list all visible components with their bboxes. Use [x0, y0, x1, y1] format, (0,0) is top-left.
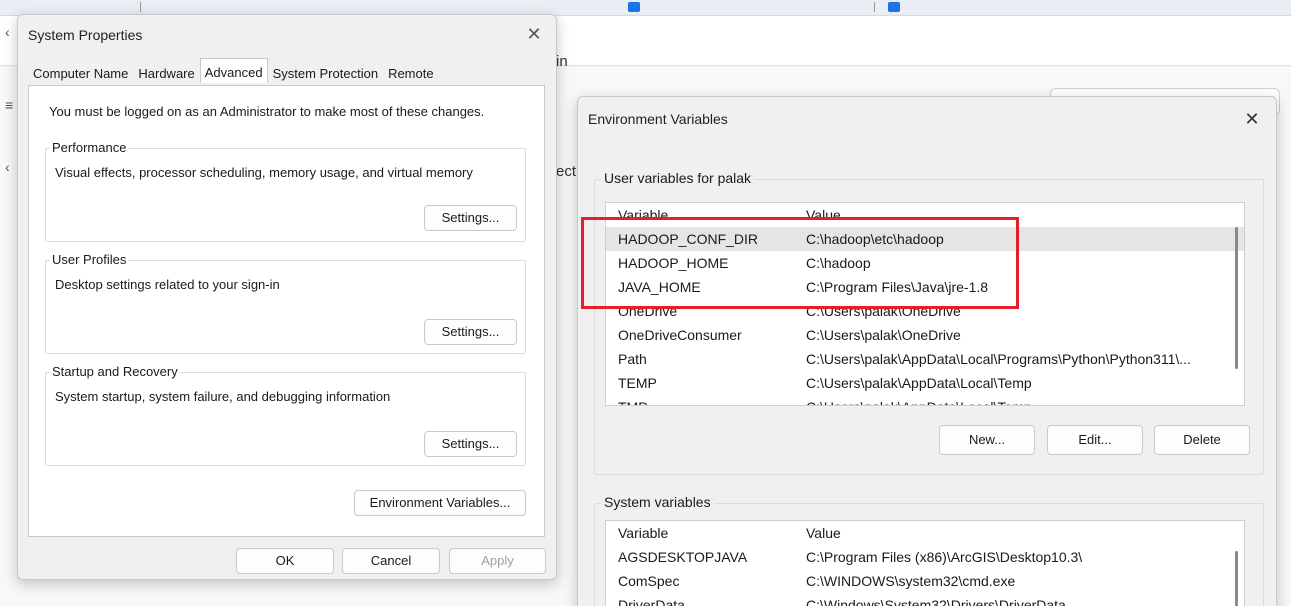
- table-row[interactable]: Path C:\Users\palak\AppData\Local\Progra…: [606, 347, 1244, 371]
- list-header: Variable Value: [606, 203, 1244, 227]
- table-row[interactable]: HADOOP_HOME C:\hadoop: [606, 251, 1244, 275]
- list-header: Variable Value: [606, 521, 1244, 545]
- variable-value: C:\Program Files\Java\jre-1.8: [806, 279, 989, 295]
- performance-group: Performance Visual effects, processor sc…: [45, 140, 526, 242]
- tab-system-protection[interactable]: System Protection: [268, 61, 384, 85]
- variable-name: AGSDESKTOPJAVA: [618, 549, 748, 565]
- chevron-left-icon[interactable]: ‹: [5, 159, 10, 175]
- column-header-value[interactable]: Value: [806, 203, 841, 227]
- cancel-button[interactable]: Cancel: [342, 548, 440, 574]
- variable-value: C:\Users\palak\AppData\Local\Temp: [806, 375, 1032, 391]
- table-row[interactable]: JAVA_HOME C:\Program Files\Java\jre-1.8: [606, 275, 1244, 299]
- system-variables-group: System variables Variable Value AGSDESKT…: [594, 494, 1264, 606]
- variable-name: OneDriveConsumer: [618, 327, 742, 343]
- group-description: Desktop settings related to your sign-in: [55, 277, 280, 292]
- user-variables-group: User variables for palak Variable Value …: [594, 170, 1264, 475]
- chevron-left-icon[interactable]: ‹: [5, 24, 10, 40]
- table-row[interactable]: TMP C:\Users\palak\AppData\Local\Temp: [606, 395, 1244, 405]
- close-icon[interactable]: ✕: [520, 21, 548, 47]
- variable-name: DriverData: [618, 597, 685, 606]
- new-user-variable-button[interactable]: New...: [939, 425, 1035, 455]
- column-header-value[interactable]: Value: [806, 521, 841, 545]
- variable-name: TEMP: [618, 375, 657, 391]
- tab-separator: [140, 2, 141, 12]
- tab-computer-name[interactable]: Computer Name: [28, 61, 133, 85]
- user-variables-list[interactable]: Variable Value HADOOP_CONF_DIR C:\hadoop…: [605, 202, 1245, 406]
- variable-name: ComSpec: [618, 573, 680, 589]
- admin-notice: You must be logged on as an Administrato…: [49, 104, 485, 119]
- user-profiles-group: User Profiles Desktop settings related t…: [45, 252, 526, 354]
- variable-name: Path: [618, 351, 647, 367]
- group-title: System variables: [601, 494, 714, 510]
- apply-button[interactable]: Apply: [449, 548, 546, 574]
- variable-name: HADOOP_CONF_DIR: [618, 231, 759, 247]
- system-variables-list[interactable]: Variable Value AGSDESKTOPJAVA C:\Program…: [605, 520, 1245, 606]
- advanced-tab-page: You must be logged on as an Administrato…: [28, 85, 545, 537]
- delete-user-variable-button[interactable]: Delete: [1154, 425, 1250, 455]
- group-title: Startup and Recovery: [50, 364, 180, 379]
- edit-user-variable-button[interactable]: Edit...: [1047, 425, 1143, 455]
- table-row[interactable]: OneDriveConsumer C:\Users\palak\OneDrive: [606, 323, 1244, 347]
- dialog-title: Environment Variables: [588, 111, 728, 127]
- variable-value: C:\Users\palak\AppData\Local\Temp: [806, 395, 1032, 405]
- environment-variables-button[interactable]: Environment Variables...: [354, 490, 526, 516]
- table-row[interactable]: ComSpec C:\WINDOWS\system32\cmd.exe: [606, 569, 1244, 593]
- variable-name: JAVA_HOME: [618, 279, 701, 295]
- variable-value: C:\Windows\System32\Drivers\DriverData: [806, 597, 1066, 606]
- vertical-scrollbar[interactable]: [1235, 551, 1238, 606]
- variable-value: C:\Program Files (x86)\ArcGIS\Desktop10.…: [806, 549, 1083, 565]
- table-row[interactable]: TEMP C:\Users\palak\AppData\Local\Temp: [606, 371, 1244, 395]
- tab-hardware[interactable]: Hardware: [133, 61, 199, 85]
- tab-favicon-icon[interactable]: [888, 2, 900, 12]
- group-title: User variables for palak: [601, 170, 755, 186]
- group-description: System startup, system failure, and debu…: [55, 389, 391, 404]
- column-header-variable[interactable]: Variable: [618, 521, 668, 545]
- dialog-title: System Properties: [28, 27, 143, 43]
- variable-value: C:\WINDOWS\system32\cmd.exe: [806, 573, 1016, 589]
- group-title: User Profiles: [50, 252, 129, 267]
- table-row[interactable]: HADOOP_CONF_DIR C:\hadoop\etc\hadoop: [606, 227, 1244, 251]
- tab-favicon-icon[interactable]: [628, 2, 640, 12]
- tab-remote[interactable]: Remote: [383, 61, 439, 85]
- user-profiles-settings-button[interactable]: Settings...: [424, 319, 517, 345]
- table-row[interactable]: OneDrive C:\Users\palak\OneDrive: [606, 299, 1244, 323]
- tab-separator: [874, 2, 875, 12]
- variable-value: C:\Users\palak\OneDrive: [806, 303, 961, 319]
- menu-icon[interactable]: ≡: [5, 97, 13, 113]
- variable-value: C:\Users\palak\OneDrive: [806, 327, 961, 343]
- variable-name: HADOOP_HOME: [618, 255, 729, 271]
- ok-button[interactable]: OK: [236, 548, 334, 574]
- group-title: Performance: [50, 140, 129, 155]
- performance-settings-button[interactable]: Settings...: [424, 205, 517, 231]
- tab-strip: Computer Name Hardware Advanced System P…: [28, 58, 439, 85]
- startup-recovery-group: Startup and Recovery System startup, sys…: [45, 364, 526, 466]
- close-icon[interactable]: ✕: [1238, 105, 1266, 133]
- table-row[interactable]: DriverData C:\Windows\System32\Drivers\D…: [606, 593, 1244, 606]
- group-description: Visual effects, processor scheduling, me…: [55, 165, 473, 180]
- column-header-variable[interactable]: Variable: [618, 203, 668, 227]
- environment-variables-dialog: Environment Variables ✕ User variables f…: [577, 96, 1277, 606]
- table-row[interactable]: AGSDESKTOPJAVA C:\Program Files (x86)\Ar…: [606, 545, 1244, 569]
- variable-value: C:\hadoop: [806, 255, 871, 271]
- variable-value: C:\Users\palak\AppData\Local\Programs\Py…: [806, 351, 1191, 367]
- vertical-scrollbar[interactable]: [1235, 227, 1238, 369]
- startup-settings-button[interactable]: Settings...: [424, 431, 517, 457]
- page-text-fragment: ect: [556, 163, 577, 180]
- variable-name: OneDrive: [618, 303, 678, 319]
- system-properties-dialog: System Properties ✕ Computer Name Hardwa…: [17, 14, 557, 580]
- variable-name: TMP: [618, 395, 648, 405]
- variable-value: C:\hadoop\etc\hadoop: [806, 231, 944, 247]
- tab-advanced[interactable]: Advanced: [199, 58, 268, 83]
